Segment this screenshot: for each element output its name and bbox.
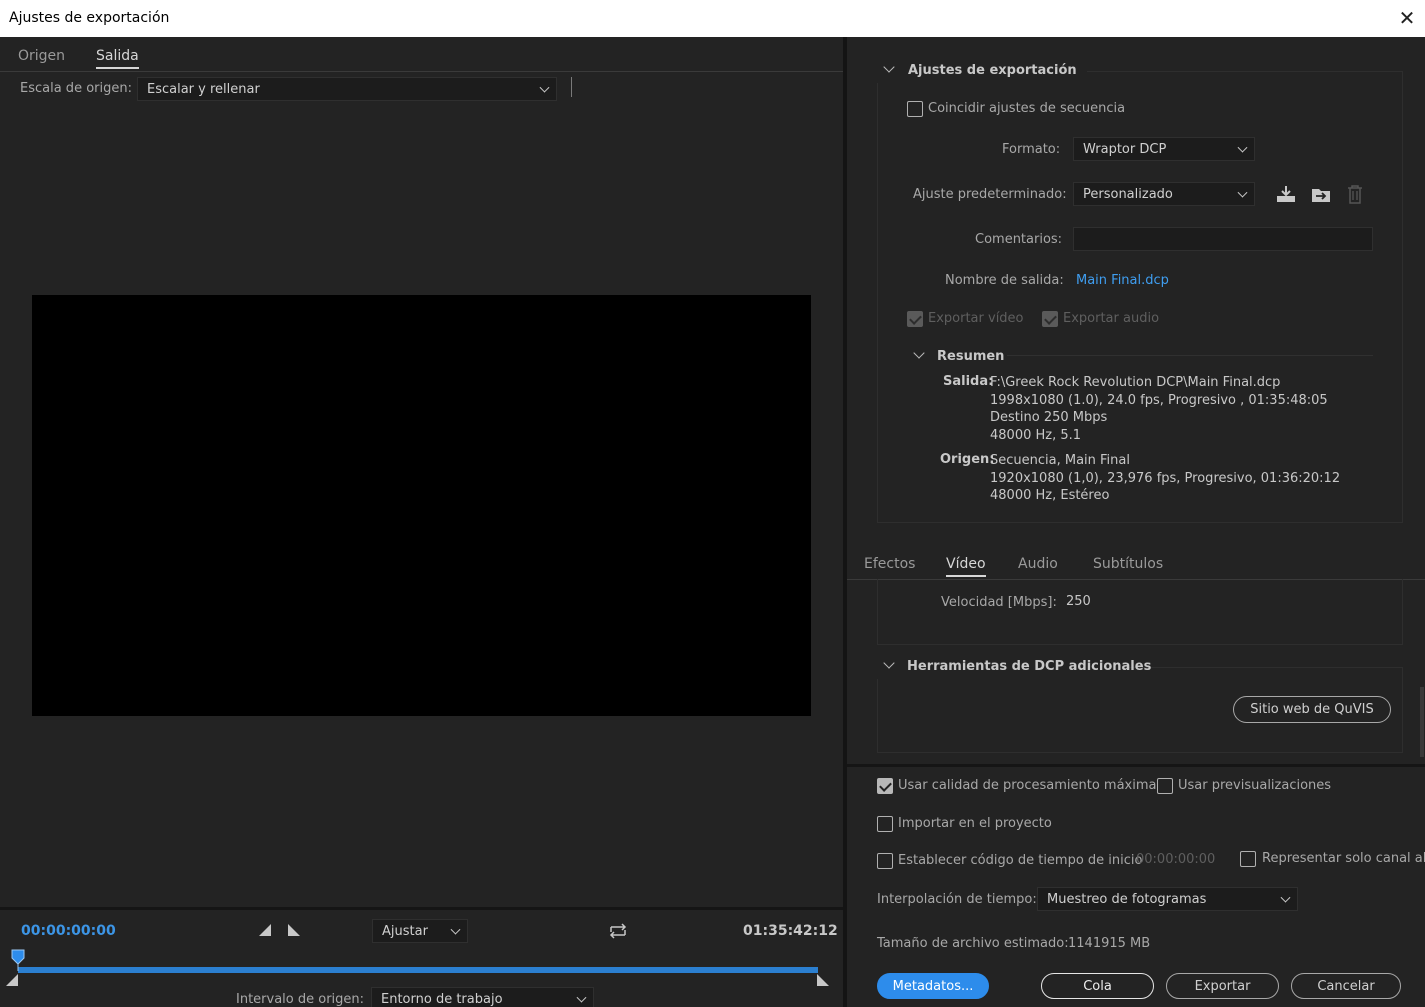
- max-quality-label: Usar calidad de procesamiento máxima: [898, 778, 1157, 793]
- tab-divider: [0, 71, 843, 72]
- export-audio-label: Exportar audio: [1063, 311, 1160, 326]
- fit-dropdown[interactable]: Ajustar: [372, 919, 468, 943]
- queue-button[interactable]: Cola: [1041, 973, 1154, 999]
- range-value: Entorno de trabajo: [381, 991, 503, 1007]
- match-sequence-label: Coincidir ajustes de secuencia: [928, 101, 1126, 116]
- bottom-separator: [847, 764, 1425, 767]
- set-out-point-icon[interactable]: [287, 924, 301, 936]
- chevron-down-icon: [1237, 187, 1248, 198]
- tab-video[interactable]: Vídeo: [946, 556, 986, 577]
- summary-source-label: Origen:: [940, 452, 995, 467]
- aspect-toggle-icon[interactable]: [608, 923, 628, 939]
- import-project-checkbox[interactable]: [877, 816, 893, 832]
- start-timecode-label: Establecer código de tiempo de inicio: [898, 853, 1143, 868]
- export-button[interactable]: Exportar: [1166, 973, 1279, 999]
- summary-source-line: 48000 Hz, Estéreo: [990, 488, 1110, 503]
- summary-output-line: F:\Greek Rock Revolution DCP\Main Final.…: [990, 375, 1281, 390]
- scrollbar[interactable]: [1420, 687, 1424, 757]
- chevron-down-icon: [576, 992, 587, 1003]
- summary-source-line: Secuencia, Main Final: [990, 453, 1130, 468]
- interpolation-value: Muestreo de fotogramas: [1047, 891, 1207, 907]
- current-timecode[interactable]: 00:00:00:00: [21, 923, 116, 939]
- export-audio-checkbox[interactable]: [1042, 311, 1058, 327]
- title-bar: Ajustes de exportación ✕: [0, 0, 1425, 37]
- comments-input[interactable]: [1073, 227, 1373, 251]
- use-previews-checkbox[interactable]: [1157, 778, 1173, 794]
- interpolation-dropdown[interactable]: Muestreo de fotogramas: [1037, 887, 1298, 911]
- summary-source-details: Secuencia, Main Final 1920x1080 (1,0), 2…: [990, 452, 1340, 505]
- preset-dropdown[interactable]: Personalizado: [1073, 182, 1255, 206]
- chevron-down-icon: [1280, 892, 1291, 903]
- preview-panel: Origen Salida Escala de origen: Escalar …: [0, 37, 843, 1007]
- comments-label: Comentarios:: [975, 232, 1063, 247]
- format-value: Wraptor DCP: [1083, 141, 1167, 157]
- chevron-down-icon: [1237, 142, 1248, 153]
- export-settings-header: Ajustes de exportación: [908, 63, 1077, 78]
- summary-header: Resumen: [937, 349, 1005, 364]
- close-icon[interactable]: ✕: [1395, 6, 1419, 30]
- summary-divider: [1007, 355, 1373, 356]
- summary-output-details: F:\Greek Rock Revolution DCP\Main Final.…: [990, 374, 1328, 444]
- import-project-label: Importar en el proyecto: [898, 816, 1052, 831]
- format-label: Formato:: [1002, 142, 1061, 157]
- out-point-marker-icon[interactable]: [817, 974, 831, 986]
- tab-subtitulos[interactable]: Subtítulos: [1093, 556, 1163, 572]
- filesize-value: 1141915 MB: [1068, 936, 1151, 951]
- summary-output-line: Destino 250 Mbps: [990, 410, 1108, 425]
- summary-source-line: 1920x1080 (1,0), 23,976 fps, Progresivo,…: [990, 470, 1341, 486]
- alpha-only-label: Representar solo canal alfa: [1262, 851, 1425, 866]
- fit-value: Ajustar: [382, 923, 428, 939]
- export-video-checkbox[interactable]: [907, 311, 923, 327]
- scale-label: Escala de origen:: [20, 81, 132, 96]
- start-timecode-checkbox[interactable]: [877, 853, 893, 869]
- video-settings-box: [877, 579, 1403, 645]
- summary-output-label: Salida:: [943, 374, 994, 389]
- quvis-website-button[interactable]: Sitio web de QuVIS: [1233, 696, 1391, 723]
- timeline-separator: [0, 907, 843, 910]
- window-title: Ajustes de exportación: [9, 10, 170, 26]
- in-point-marker-icon[interactable]: [6, 974, 20, 986]
- chevron-down-icon: [539, 82, 550, 93]
- summary-output-line: 1998x1080 (1.0), 24.0 fps, Progresivo , …: [990, 392, 1328, 408]
- delete-preset-icon[interactable]: [1347, 185, 1363, 204]
- alpha-only-checkbox[interactable]: [1240, 851, 1256, 867]
- divider: [571, 77, 572, 97]
- dcp-tools-header: Herramientas de DCP adicionales: [907, 659, 1152, 674]
- start-timecode-value: 00:00:00:00: [1136, 852, 1216, 867]
- preset-label: Ajuste predeterminado:: [913, 187, 1067, 202]
- cancel-button[interactable]: Cancelar: [1291, 973, 1401, 999]
- summary-output-line: 48000 Hz, 5.1: [990, 427, 1082, 443]
- tab-origen[interactable]: Origen: [18, 48, 65, 64]
- tab-salida[interactable]: Salida: [96, 48, 139, 69]
- filesize-label: Tamaño de archivo estimado:: [877, 936, 1069, 951]
- bitrate-label: Velocidad [Mbps]:: [941, 595, 1057, 610]
- export-video-label: Exportar vídeo: [928, 311, 1024, 326]
- tab-audio[interactable]: Audio: [1018, 556, 1058, 572]
- use-previews-label: Usar previsualizaciones: [1178, 778, 1332, 793]
- chevron-down-icon: [450, 924, 461, 935]
- preset-value: Personalizado: [1083, 186, 1173, 202]
- output-name-label: Nombre de salida:: [945, 273, 1064, 288]
- output-name-link[interactable]: Main Final.dcp: [1076, 273, 1169, 288]
- import-preset-icon[interactable]: [1310, 185, 1332, 203]
- format-dropdown[interactable]: Wraptor DCP: [1073, 137, 1255, 161]
- playhead[interactable]: [10, 949, 26, 971]
- match-sequence-checkbox[interactable]: [907, 101, 923, 117]
- save-preset-icon[interactable]: [1275, 185, 1297, 203]
- scale-dropdown[interactable]: Escalar y rellenar: [137, 77, 557, 101]
- max-quality-checkbox[interactable]: [877, 778, 893, 794]
- settings-panel: Ajustes de exportación Coincidir ajustes…: [847, 37, 1425, 1007]
- range-dropdown[interactable]: Entorno de trabajo: [371, 987, 594, 1007]
- scale-value: Escalar y rellenar: [147, 81, 260, 97]
- tab-efectos[interactable]: Efectos: [864, 556, 915, 572]
- video-preview: [32, 295, 811, 716]
- metadata-button[interactable]: Metadatos...: [877, 973, 989, 999]
- duration-timecode: 01:35:42:12: [743, 923, 838, 939]
- set-in-point-icon[interactable]: [258, 924, 272, 936]
- bitrate-value[interactable]: 250: [1066, 594, 1091, 609]
- timeline-bar[interactable]: [18, 967, 818, 973]
- range-label: Intervalo de origen:: [236, 992, 365, 1007]
- interpolation-label: Interpolación de tiempo:: [877, 892, 1037, 907]
